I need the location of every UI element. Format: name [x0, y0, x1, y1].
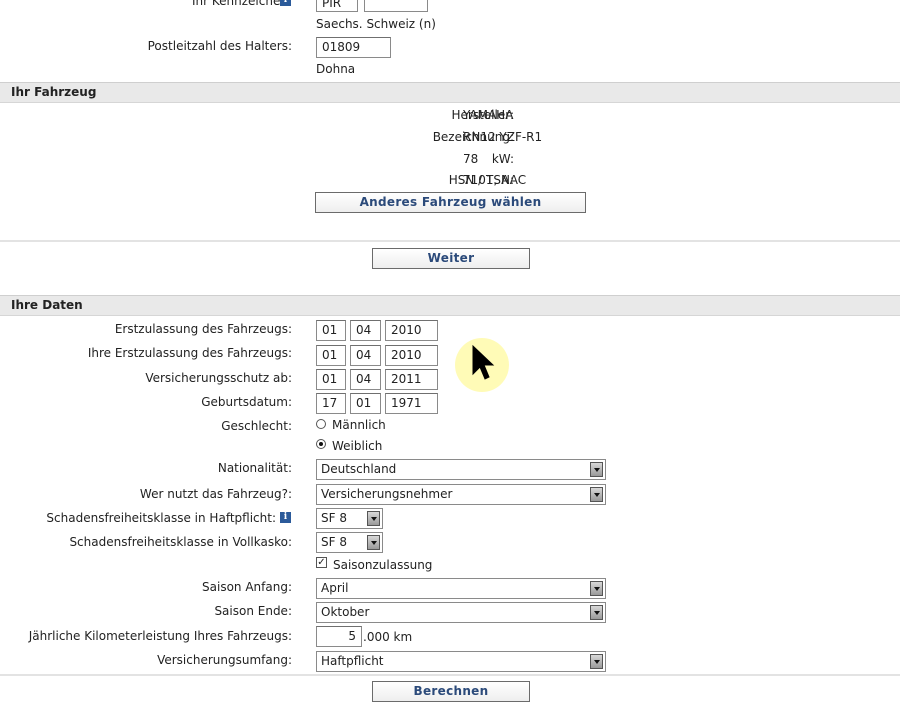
berechnen-button[interactable]: Berechnen	[372, 681, 530, 702]
kennzeichen-region: Saechs. Schweiz (n)	[316, 17, 436, 31]
saison-check-label: Saisonzulassung	[333, 558, 433, 572]
saison-end-select[interactable]: Oktober	[316, 602, 606, 623]
user-label: Wer nutzt das Fahrzeug?:	[139, 487, 292, 501]
day-input[interactable]: 17	[316, 393, 346, 414]
vehicle-row-label: kW:	[491, 152, 514, 166]
kennzeichen-part1-input[interactable]: PIR	[316, 0, 358, 12]
day-input[interactable]: 01	[316, 369, 346, 390]
plz-city: Dohna	[316, 62, 356, 76]
data-section-header: Ihre Daten	[0, 295, 900, 316]
user-value: Versicherungsnehmer	[321, 487, 453, 501]
km-input[interactable]: 5	[316, 626, 362, 647]
gender-male-label: Männlich	[332, 418, 386, 432]
sf-voll-label: Schadensfreiheitsklasse in Vollkasko:	[69, 535, 292, 549]
sf-voll-value: SF 8	[321, 535, 347, 549]
kennzeichen-dash: -	[359, 0, 363, 6]
vehicle-section-header: Ihr Fahrzeug	[0, 82, 900, 103]
dropdown-arrow-icon[interactable]	[590, 581, 603, 596]
sf-haft-value: SF 8	[321, 511, 347, 525]
nationality-select[interactable]: Deutschland	[316, 459, 606, 480]
sf-voll-select[interactable]: SF 8	[316, 532, 383, 553]
mouse-cursor-icon	[472, 344, 495, 380]
sf-haft-label: Schadensfreiheitsklasse in Haftpflicht:	[46, 511, 276, 525]
gender-female-radio[interactable]	[316, 439, 326, 449]
km-label: Jährliche Kilometerleistung Ihres Fahrze…	[28, 629, 292, 643]
umfang-select[interactable]: Haftpflicht	[316, 651, 606, 672]
nationality-label: Nationalität:	[217, 461, 292, 475]
vehicle-row-value: RN12 YZF-R1	[463, 130, 543, 144]
nationality-value: Deutschland	[321, 462, 397, 476]
month-input[interactable]: 04	[350, 320, 381, 341]
dropdown-arrow-icon[interactable]	[590, 654, 603, 669]
user-select[interactable]: Versicherungsnehmer	[316, 484, 606, 505]
year-input[interactable]: 2011	[385, 369, 438, 390]
gender-female-label: Weiblich	[332, 439, 383, 453]
sf-haft-select[interactable]: SF 8	[316, 508, 383, 529]
year-input[interactable]: 1971	[385, 393, 438, 414]
saison-checkbox[interactable]: ✓	[316, 557, 327, 568]
date-label-geburtsdatum: Geburtsdatum:	[201, 395, 292, 409]
kennzeichen-part2-input[interactable]	[364, 0, 428, 12]
month-input[interactable]: 01	[350, 393, 381, 414]
date-label-erstzulassung: Erstzulassung des Fahrzeugs:	[114, 322, 292, 336]
gender-male-radio[interactable]	[316, 419, 326, 429]
year-input[interactable]: 2010	[385, 345, 438, 366]
section-divider	[0, 674, 900, 676]
info-icon[interactable]: i	[280, 0, 291, 6]
vehicle-row-value: 7101, AAC	[463, 173, 527, 187]
dropdown-arrow-icon[interactable]	[367, 511, 380, 526]
month-input[interactable]: 04	[350, 369, 381, 390]
month-input[interactable]: 04	[350, 345, 381, 366]
umfang-label: Versicherungsumfang:	[157, 653, 292, 667]
vehicle-row-value: 78	[463, 152, 479, 166]
dropdown-arrow-icon[interactable]	[590, 487, 603, 502]
dropdown-arrow-icon[interactable]	[590, 462, 603, 477]
vehicle-row-value: YAMAHA	[463, 108, 514, 122]
info-icon[interactable]: i	[280, 512, 291, 523]
km-suffix: .000 km	[363, 630, 413, 644]
plz-input[interactable]: 01809	[316, 37, 391, 58]
dropdown-arrow-icon[interactable]	[590, 605, 603, 620]
date-label-ihre-erstzulassung: Ihre Erstzulassung des Fahrzeugs:	[87, 346, 292, 360]
gender-label: Geschlecht:	[221, 419, 292, 433]
weiter-button[interactable]: Weiter	[372, 248, 530, 269]
plz-label: Postleitzahl des Halters:	[147, 39, 292, 53]
saison-start-label: Saison Anfang:	[202, 580, 292, 594]
year-input[interactable]: 2010	[385, 320, 438, 341]
dropdown-arrow-icon[interactable]	[367, 535, 380, 550]
saison-end-value: Oktober	[321, 605, 370, 619]
section-divider	[0, 240, 900, 242]
saison-start-select[interactable]: April	[316, 578, 606, 599]
day-input[interactable]: 01	[316, 320, 346, 341]
change-vehicle-button[interactable]: Anderes Fahrzeug wählen	[315, 192, 586, 213]
umfang-value: Haftpflicht	[321, 654, 384, 668]
saison-end-label: Saison Ende:	[214, 604, 292, 618]
saison-start-value: April	[321, 581, 349, 595]
kennzeichen-label: Ihr Kennzeichen:	[191, 0, 292, 8]
date-label-versicherungsschutz: Versicherungsschutz ab:	[145, 371, 292, 385]
day-input[interactable]: 01	[316, 345, 346, 366]
